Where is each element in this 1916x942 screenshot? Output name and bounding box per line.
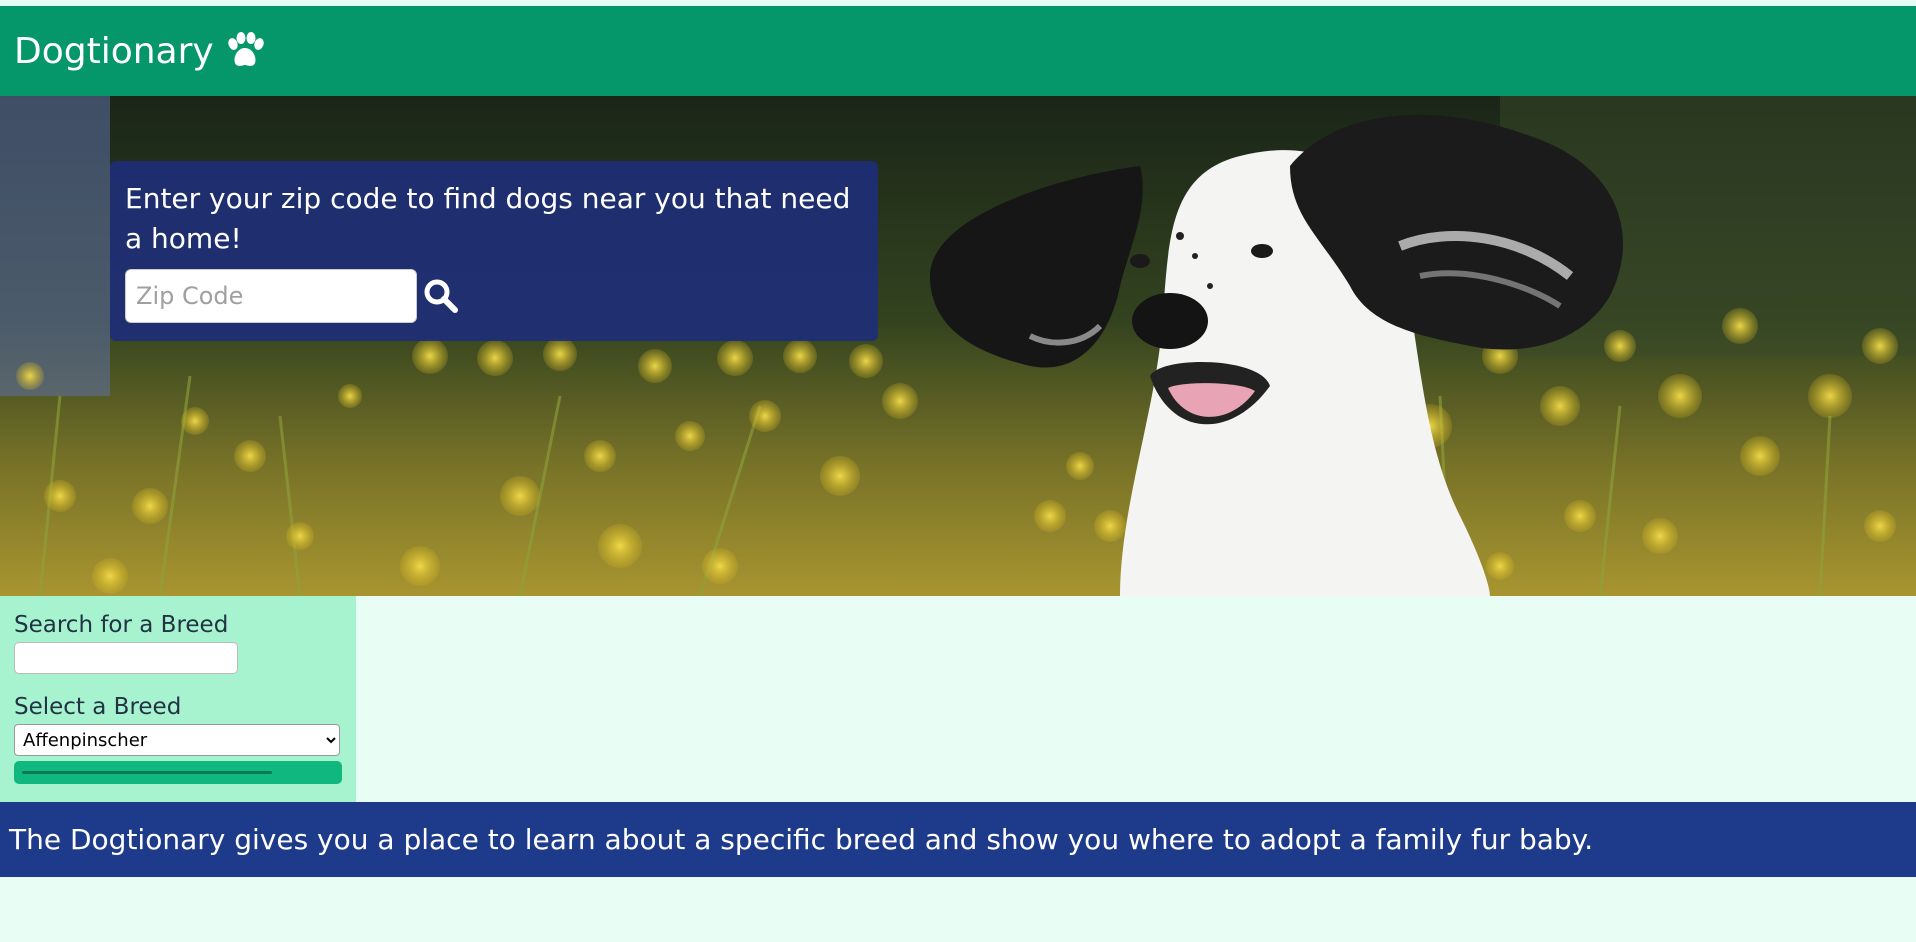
hero-banner: Enter your zip code to find dogs near yo… <box>0 96 1916 596</box>
brand[interactable]: Dogtionary <box>14 31 266 72</box>
breed-search-input[interactable] <box>14 642 238 674</box>
zip-search-card: Enter your zip code to find dogs near yo… <box>110 161 878 341</box>
breed-select[interactable]: Affenpinscher <box>14 724 340 756</box>
zip-search-row <box>125 269 863 323</box>
breed-panel: Search for a Breed Select a Breed Affenp… <box>0 596 356 802</box>
brand-title: Dogtionary <box>14 30 214 72</box>
breed-search-label: Search for a Breed <box>14 612 229 638</box>
progress-bar <box>22 771 272 774</box>
description-text: The Dogtionary gives you a place to lear… <box>9 823 1594 856</box>
paw-icon <box>228 32 264 66</box>
zip-prompt: Enter your zip code to find dogs near yo… <box>125 182 851 255</box>
zip-code-input[interactable] <box>125 269 417 323</box>
breed-submit-button[interactable] <box>14 761 342 784</box>
navbar: Dogtionary <box>0 6 1916 96</box>
description-banner: The Dogtionary gives you a place to lear… <box>0 802 1916 877</box>
breed-select-label: Select a Breed <box>14 694 182 720</box>
search-icon[interactable] <box>423 278 459 314</box>
